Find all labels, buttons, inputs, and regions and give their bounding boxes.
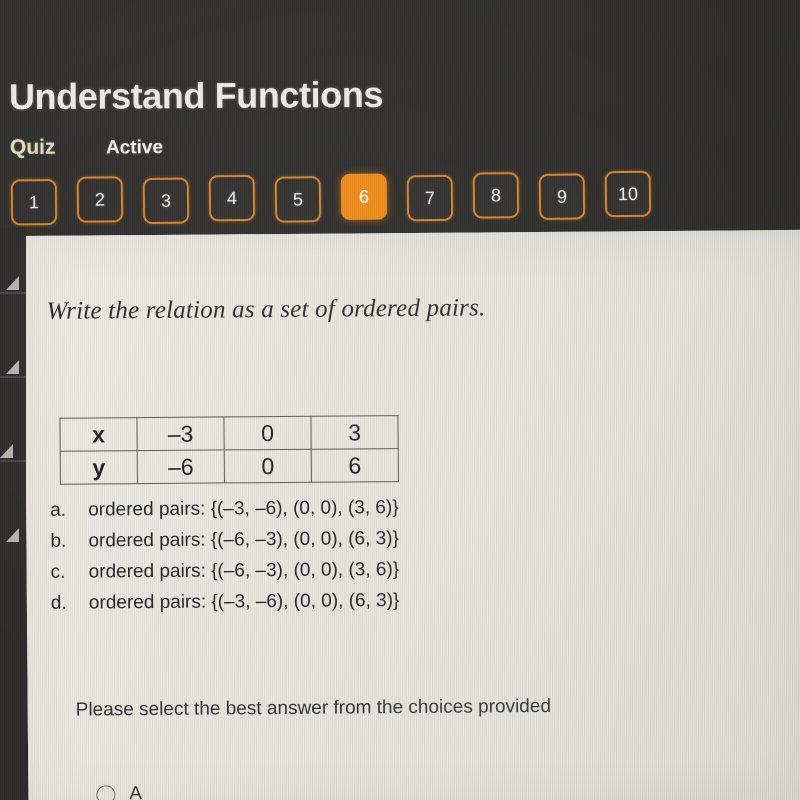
rail-divider (0, 292, 26, 294)
instruction-text: Please select the best answer from the c… (75, 695, 552, 721)
pager-button-2[interactable]: 2 (76, 176, 124, 223)
table-cell-x-0: –3 (136, 416, 225, 451)
answer-choice-letter: b. (50, 530, 67, 552)
pager-button-label: 8 (490, 184, 502, 205)
pager-button-4[interactable]: 4 (208, 174, 256, 222)
rail-divider (0, 376, 26, 378)
pager-button-7[interactable]: 7 (406, 174, 454, 222)
quiz-label: Quiz (9, 135, 56, 159)
table-row-header: x (59, 417, 138, 452)
page-title: Understand Functions (8, 73, 384, 118)
left-rail (0, 228, 26, 800)
pager-button-label: 9 (556, 186, 568, 207)
table-row: y –6 0 6 (60, 448, 399, 485)
pager-button-label: 7 (424, 187, 436, 208)
rail-corner-glyph (0, 444, 13, 458)
radio-button-icon[interactable] (96, 784, 116, 800)
pager-button-8[interactable]: 8 (472, 172, 520, 219)
pager-button-3[interactable]: 3 (142, 177, 190, 225)
table-row: x –3 0 3 (59, 415, 399, 452)
table-cell-y-1: 0 (224, 449, 312, 483)
answer-choice-d[interactable]: d. ordered pairs: {(–3, –6), (0, 0), (6, … (51, 589, 571, 624)
radio-option-label: A (129, 783, 143, 800)
pager-button-1[interactable]: 1 (10, 178, 58, 226)
pager-button-5[interactable]: 5 (274, 176, 322, 223)
pager-button-label: 10 (617, 183, 639, 204)
relation-table-body: x –3 0 3 y –6 0 6 (59, 415, 399, 485)
answer-choice-text: ordered pairs: {(–6, –3), (0, 0), (3, 6)… (88, 559, 400, 583)
table-cell-y-0: –6 (137, 449, 225, 484)
table-row-header: y (60, 450, 138, 485)
answer-choice-list[interactable]: a. ordered pairs: {(–3, –6), (0, 0), (3, … (50, 496, 571, 624)
pager-button-label: 3 (160, 190, 172, 211)
table-cell-x-1: 0 (223, 416, 312, 450)
rail-corner-glyph (6, 276, 19, 290)
table-cell-x-2: 3 (310, 415, 399, 450)
relation-table: x –3 0 3 y –6 0 6 (59, 415, 399, 485)
question-pager[interactable]: 1 2 3 4 5 6 7 8 9 10 (10, 170, 672, 234)
pager-button-label: 4 (226, 187, 238, 208)
answer-choice-text: ordered pairs: {(–6, –3), (0, 0), (6, 3)… (88, 528, 399, 552)
answer-choice-letter: d. (50, 592, 67, 614)
answer-choice-c[interactable]: c. ordered pairs: {(–6, –3), (0, 0), (3, … (51, 558, 571, 593)
quiz-status-badge: Active (105, 137, 164, 159)
rail-corner-glyph (6, 360, 19, 374)
app-header: Understand Functions Quiz Active 1 2 3 4 5 6 7… (0, 0, 800, 240)
rail-corner-glyph (6, 528, 19, 542)
pager-button-10[interactable]: 10 (604, 170, 652, 218)
pager-button-9[interactable]: 9 (538, 173, 586, 220)
question-prompt: Write the relation as a set of ordered p… (46, 294, 486, 325)
answer-radio-option[interactable]: A (96, 783, 142, 800)
answer-choice-a[interactable]: a. ordered pairs: {(–3, –6), (0, 0), (3, … (50, 496, 570, 531)
quiz-page: Write the relation as a set of ordered p… (24, 229, 800, 800)
pager-button-6[interactable]: 6 (340, 173, 388, 220)
pager-button-label: 5 (292, 188, 304, 210)
pager-button-label: 1 (28, 191, 40, 212)
pager-button-label: 6 (358, 186, 370, 207)
answer-choice-text: ordered pairs: {(–3, –6), (0, 0), (6, 3)… (88, 590, 400, 614)
answer-choice-letter: a. (50, 499, 67, 521)
rail-divider (0, 460, 26, 462)
answer-choice-text: ordered pairs: {(–3, –6), (0, 0), (3, 6)… (88, 497, 399, 521)
photographed-screen: Understand Functions Quiz Active 1 2 3 4 5 6 7… (0, 0, 800, 800)
answer-choice-letter: c. (50, 561, 66, 583)
pager-button-label: 2 (94, 188, 106, 210)
table-cell-y-2: 6 (311, 448, 399, 483)
answer-choice-b[interactable]: b. ordered pairs: {(–6, –3), (0, 0), (6, … (50, 527, 570, 562)
